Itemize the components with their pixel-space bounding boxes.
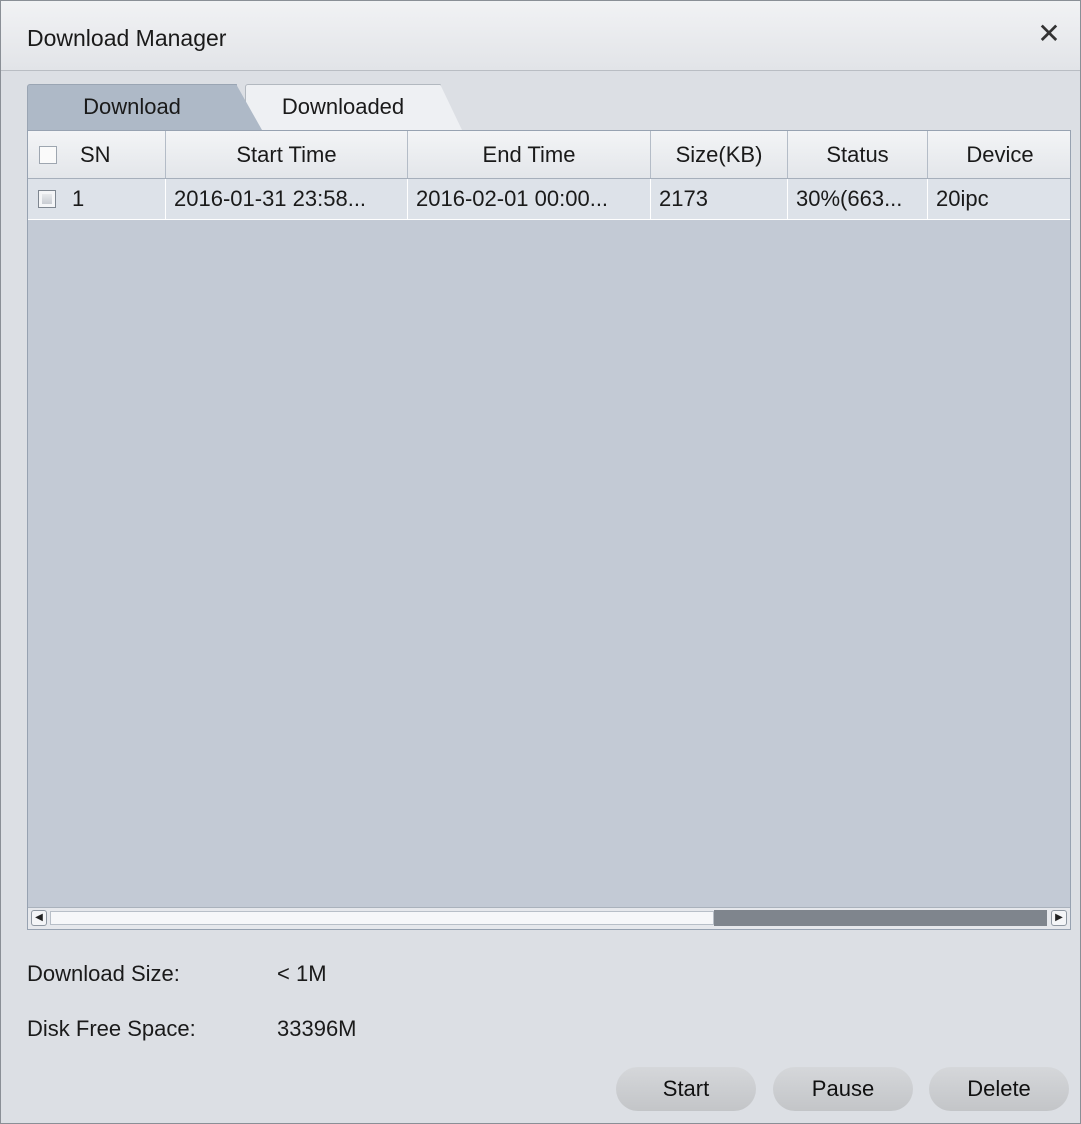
cell-start-time: 2016-01-31 23:58...: [166, 179, 408, 219]
tab-download[interactable]: Download: [27, 84, 262, 130]
column-header-device[interactable]: Device: [928, 131, 1072, 178]
scroll-track[interactable]: [714, 910, 1047, 926]
table-row[interactable]: 1 2016-01-31 23:58... 2016-02-01 00:00..…: [28, 179, 1070, 220]
cell-status: 30%(663...: [788, 179, 928, 219]
column-header-sn[interactable]: SN: [28, 131, 166, 178]
select-all-checkbox[interactable]: [39, 146, 57, 164]
close-icon[interactable]: ✕: [1034, 19, 1064, 49]
scroll-thumb[interactable]: [50, 911, 714, 925]
download-manager-window: Download Manager ✕ Downloaded Download S…: [0, 0, 1081, 1124]
column-header-status[interactable]: Status: [788, 131, 928, 178]
column-header-size[interactable]: Size(KB): [651, 131, 788, 178]
row-checkbox[interactable]: [38, 190, 56, 208]
delete-button[interactable]: Delete: [929, 1067, 1069, 1111]
download-size-label: Download Size:: [27, 961, 180, 986]
cell-sn-value: 1: [72, 186, 85, 211]
pause-button[interactable]: Pause: [773, 1067, 913, 1111]
cell-sn: 1: [28, 179, 166, 219]
scroll-right-icon[interactable]: ▶: [1051, 910, 1067, 926]
cell-device: 20ipc: [936, 186, 989, 211]
scroll-left-icon[interactable]: ◀: [31, 910, 47, 926]
disk-free-space-label: Disk Free Space:: [27, 1016, 196, 1041]
column-header-end-time[interactable]: End Time: [408, 131, 651, 178]
cell-size: 2173: [651, 179, 788, 219]
window-title: Download Manager: [27, 25, 227, 51]
download-size-value: < 1M: [277, 961, 327, 986]
table-header: SN Start Time End Time Size(KB) Status D…: [28, 131, 1070, 179]
column-header-sn-label: SN: [80, 142, 111, 167]
start-button[interactable]: Start: [616, 1067, 756, 1111]
disk-free-space-value: 33396M: [277, 1016, 357, 1041]
tab-downloaded[interactable]: Downloaded: [245, 84, 462, 130]
column-header-start-time[interactable]: Start Time: [166, 131, 408, 178]
tab-bar: Downloaded Download: [27, 84, 487, 130]
download-table: SN Start Time End Time Size(KB) Status D…: [27, 130, 1071, 930]
horizontal-scrollbar[interactable]: ◀ ▶: [28, 907, 1070, 929]
cell-end-time: 2016-02-01 00:00...: [408, 179, 651, 219]
title-bar: Download Manager ✕: [1, 1, 1080, 71]
